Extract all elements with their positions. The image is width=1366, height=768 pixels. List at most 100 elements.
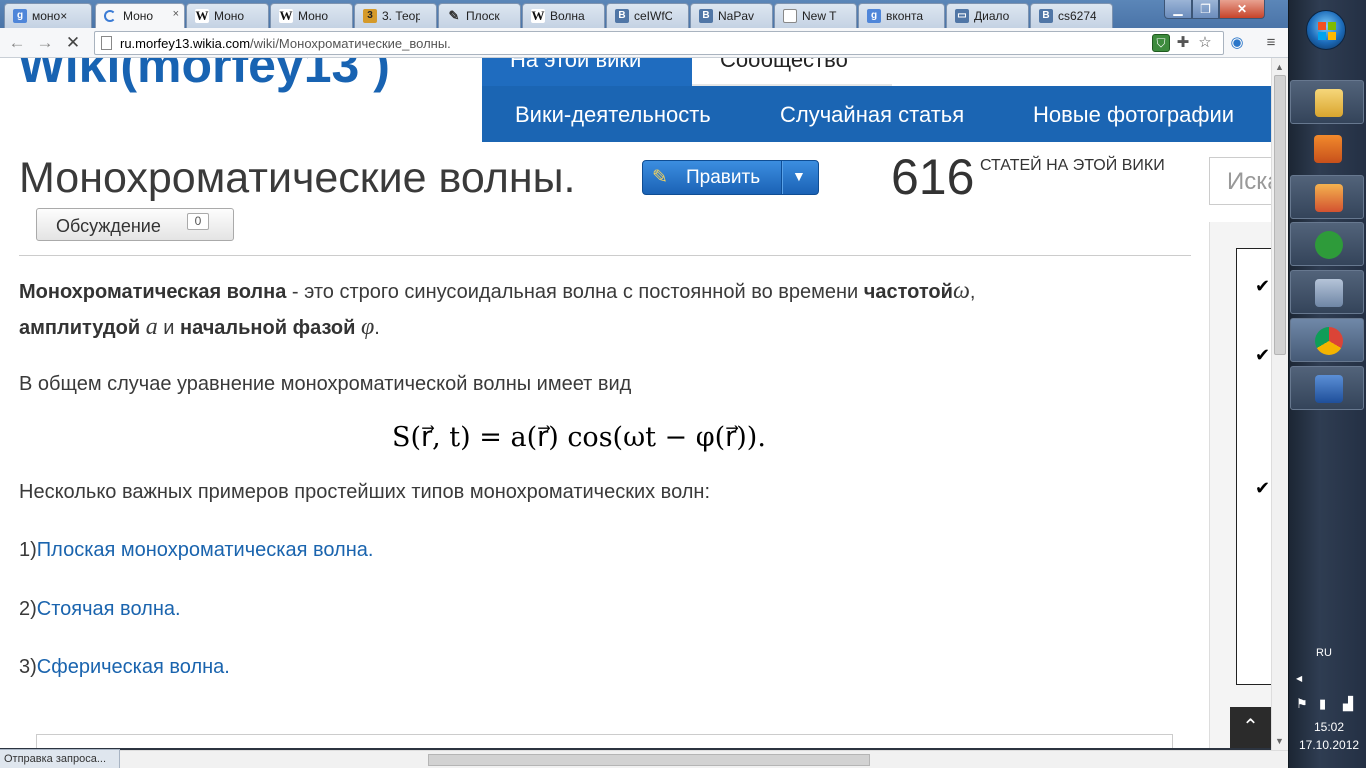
tab-label: Волна	[550, 9, 585, 23]
clock-date[interactable]: 17.10.2012	[1299, 738, 1359, 752]
taskbar-word[interactable]	[1290, 366, 1364, 410]
pin-icon: ✎	[448, 8, 460, 23]
clock-time[interactable]: 15:02	[1314, 720, 1344, 734]
search-placeholder: Иска	[1227, 168, 1271, 195]
windows-logo-icon	[1318, 22, 1336, 40]
extension-eye-icon[interactable]: ◉	[1228, 34, 1246, 52]
nav-random-article[interactable]: Случайная статья	[780, 102, 964, 128]
wiki-logo[interactable]: Wiki(morfey13 )	[18, 58, 390, 94]
browser-tab[interactable]: B cs6274	[1030, 3, 1113, 28]
browser-tab[interactable]: W Моно	[186, 3, 269, 28]
tab-label: Плоск	[466, 9, 500, 23]
scroll-up-icon[interactable]: ▲	[1275, 62, 1284, 72]
list-number: 3)	[19, 656, 37, 678]
divider	[19, 255, 1191, 256]
text: .	[374, 317, 380, 339]
taskbar-media-player[interactable]	[1290, 127, 1364, 171]
wikipedia-icon: W	[279, 8, 293, 23]
browser-tab[interactable]: B ceIWfC	[606, 3, 689, 28]
browser-tab[interactable]: B NaPav	[690, 3, 773, 28]
utorrent-icon	[1315, 231, 1343, 259]
close-tab-icon[interactable]: ×	[173, 8, 179, 20]
scroll-thumb[interactable]	[1274, 75, 1286, 355]
restore-icon[interactable]: ❐	[1192, 0, 1219, 19]
word-icon	[1315, 375, 1343, 403]
start-button[interactable]	[1306, 10, 1346, 50]
edit-label: Править	[686, 167, 761, 188]
browser-tab[interactable]: 3 3. Теор	[354, 3, 437, 28]
puzzle-icon[interactable]: ✚	[1174, 34, 1192, 52]
tray-expand-icon[interactable]: ◀	[1296, 674, 1302, 683]
shield-extension-icon[interactable]: ⛉	[1152, 34, 1170, 52]
edit-button[interactable]: ✎ Править ▼	[642, 160, 819, 195]
back-to-top-icon[interactable]: ⌃	[1230, 707, 1271, 748]
browser-tab[interactable]: W Моно	[270, 3, 353, 28]
search-input[interactable]: Иска	[1209, 157, 1271, 205]
browser-toolbar: ← → ✕ ru.morfey13.wikia.com/wiki/Монохро…	[0, 28, 1288, 58]
browser-tab[interactable]: g моно×	[4, 3, 92, 28]
math-symbol: a	[145, 314, 158, 340]
math-symbol: ω	[952, 278, 970, 304]
browser-tab[interactable]: g вконта	[858, 3, 945, 28]
taskbar-utorrent[interactable]	[1290, 222, 1364, 266]
talk-button[interactable]: Обсуждение 0	[36, 208, 234, 241]
pencil-icon: ✎	[652, 167, 668, 188]
link-plane-wave[interactable]: Плоская монохроматическая волна.	[37, 539, 374, 561]
tab-on-this-wiki[interactable]: На этой вики	[482, 58, 692, 86]
taskbar-explorer[interactable]	[1290, 80, 1364, 124]
page-icon	[101, 36, 112, 50]
stop-icon[interactable]: ✕	[62, 32, 84, 54]
device-icon[interactable]: ▮	[1319, 696, 1326, 712]
tab-label: Диало	[974, 9, 1010, 23]
window-controls: ▁ ❐ ✕	[1164, 0, 1286, 20]
taskbar-chrome[interactable]	[1290, 318, 1364, 362]
page-title: Монохроматические волны.	[19, 154, 576, 202]
vertical-scrollbar[interactable]: ▲ ▼	[1271, 58, 1288, 750]
horizontal-scrollbar[interactable]	[0, 750, 1288, 768]
folder-icon	[1315, 89, 1343, 117]
browser-tab[interactable]: ▭ Диало	[946, 3, 1029, 28]
tab-label: Моно	[123, 9, 154, 23]
tab-label: моно×	[32, 9, 68, 23]
term-bold: частотой	[863, 281, 953, 303]
browser-tab-active[interactable]: Моно ×	[95, 3, 185, 29]
term-bold: амплитудой	[19, 317, 141, 339]
address-bar[interactable]: ru.morfey13.wikia.com/wiki/Монохроматиче…	[94, 31, 1224, 55]
browser-tab[interactable]: New T	[774, 3, 857, 28]
menu-icon[interactable]: ≡	[1262, 34, 1280, 52]
paragraph: амплитудой a и начальной фазой φ.	[19, 314, 380, 341]
tab-label: New T	[802, 9, 837, 23]
paragraph: Несколько важных примеров простейших тип…	[19, 481, 711, 503]
vk-icon: B	[615, 9, 629, 23]
tab-label: Моно	[298, 9, 329, 23]
article-count: 616	[891, 149, 975, 205]
tab-label: cs6274	[1058, 9, 1096, 23]
minimize-icon[interactable]: ▁	[1164, 0, 1192, 19]
close-window-icon[interactable]: ✕	[1219, 0, 1265, 19]
bookmark-star-icon[interactable]: ☆	[1196, 34, 1214, 52]
text: и	[157, 317, 180, 339]
wiki-navigation: На этой вики Сообщество Вики-деятельност…	[482, 58, 1271, 142]
scroll-down-icon[interactable]: ▼	[1275, 736, 1284, 746]
list-item: 2)Стоячая волна.	[19, 598, 181, 621]
tab-label: ceIWfC	[634, 9, 672, 23]
browser-tab[interactable]: W Волна	[522, 3, 605, 28]
taskbar-paint[interactable]	[1290, 175, 1364, 219]
link-standing-wave[interactable]: Стоячая волна.	[37, 598, 181, 620]
link-spherical-wave[interactable]: Сферическая волна.	[37, 656, 230, 678]
tab-label: 3. Теор	[382, 9, 420, 23]
nav-new-photos[interactable]: Новые фотографии	[1033, 102, 1234, 128]
taskbar-computer[interactable]	[1290, 270, 1364, 314]
forward-icon[interactable]: →	[34, 32, 56, 54]
chrome-icon	[1315, 327, 1343, 355]
scroll-thumb[interactable]	[428, 754, 870, 766]
paint-icon	[1315, 184, 1343, 212]
tab-community[interactable]: Сообщество	[720, 58, 848, 71]
network-icon[interactable]: ▟	[1343, 696, 1353, 712]
chevron-down-icon[interactable]: ▼	[792, 168, 806, 184]
nav-wiki-activity[interactable]: Вики-деятельность	[515, 102, 711, 128]
flag-icon[interactable]: ⚑	[1296, 696, 1308, 712]
back-icon[interactable]: ←	[6, 32, 28, 54]
browser-tab[interactable]: ✎ Плоск	[438, 3, 521, 28]
language-indicator[interactable]: RU	[1316, 647, 1332, 659]
